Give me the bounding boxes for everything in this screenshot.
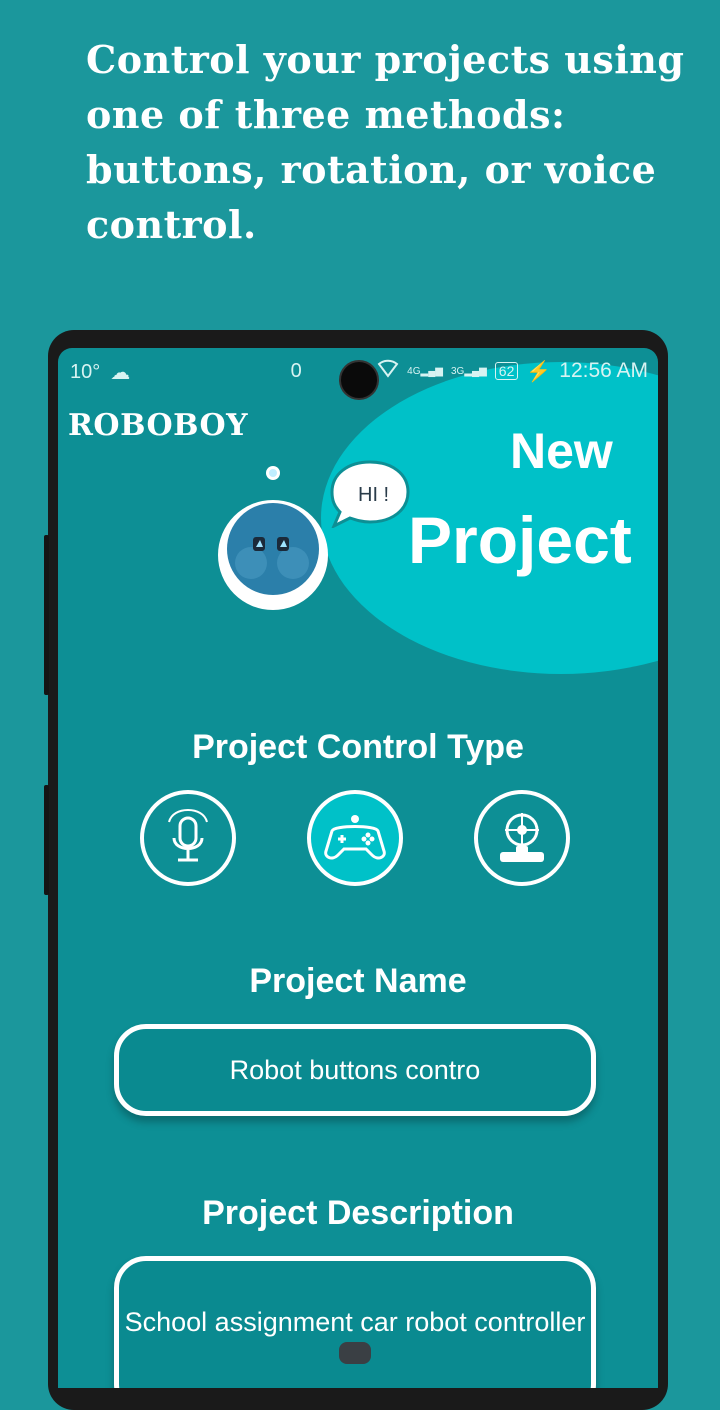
front-camera (339, 360, 379, 400)
status-partial: 0 (290, 359, 302, 382)
buttons-control-button[interactable] (307, 790, 403, 886)
rotation-control-button[interactable] (474, 790, 570, 886)
gamepad-emoji-icon (339, 1342, 371, 1364)
page-title-project: Project (408, 503, 632, 577)
battery-icon: 62 (494, 362, 519, 380)
signal-3g-icon: 3G▂▄▆ (450, 365, 487, 377)
charging-icon: ⚡ (526, 360, 552, 383)
control-type-label: Project Control Type (192, 728, 524, 766)
app-logo: ROBOBOY (68, 408, 249, 443)
project-description-label: Project Description (202, 1194, 514, 1232)
temperature: 10° (70, 361, 101, 383)
page-title-new: New (510, 423, 613, 479)
project-name-input[interactable]: Robot buttons contro (114, 1024, 596, 1116)
app-screen: 10° ☁ 0 👁 4G▂▄▆ 3G▂▄▆ 62 ⚡ 12:56 AM ROBO… (58, 348, 658, 1388)
voice-control-button[interactable] (140, 790, 236, 886)
cloud-icon: ☁ (110, 362, 131, 384)
bixby-button (44, 785, 49, 895)
microphone-icon (168, 808, 208, 862)
signal-4g-icon: 4G▂▄▆ (407, 365, 443, 377)
robot-mascot-icon (218, 466, 328, 610)
volume-button (44, 535, 49, 695)
project-name-label: Project Name (249, 962, 467, 1000)
rotation-level-icon (500, 813, 544, 862)
bubble-text: HI ! (358, 484, 390, 506)
promo-headline: Control your projects using one of three… (86, 37, 685, 247)
wifi-icon (377, 358, 399, 384)
project-description-input[interactable]: School assignment car robot controller (114, 1256, 596, 1388)
gamepad-icon (324, 815, 386, 860)
clock: 12:56 AM (559, 359, 648, 382)
project-description-text: School assignment car robot controller (124, 1307, 586, 1337)
